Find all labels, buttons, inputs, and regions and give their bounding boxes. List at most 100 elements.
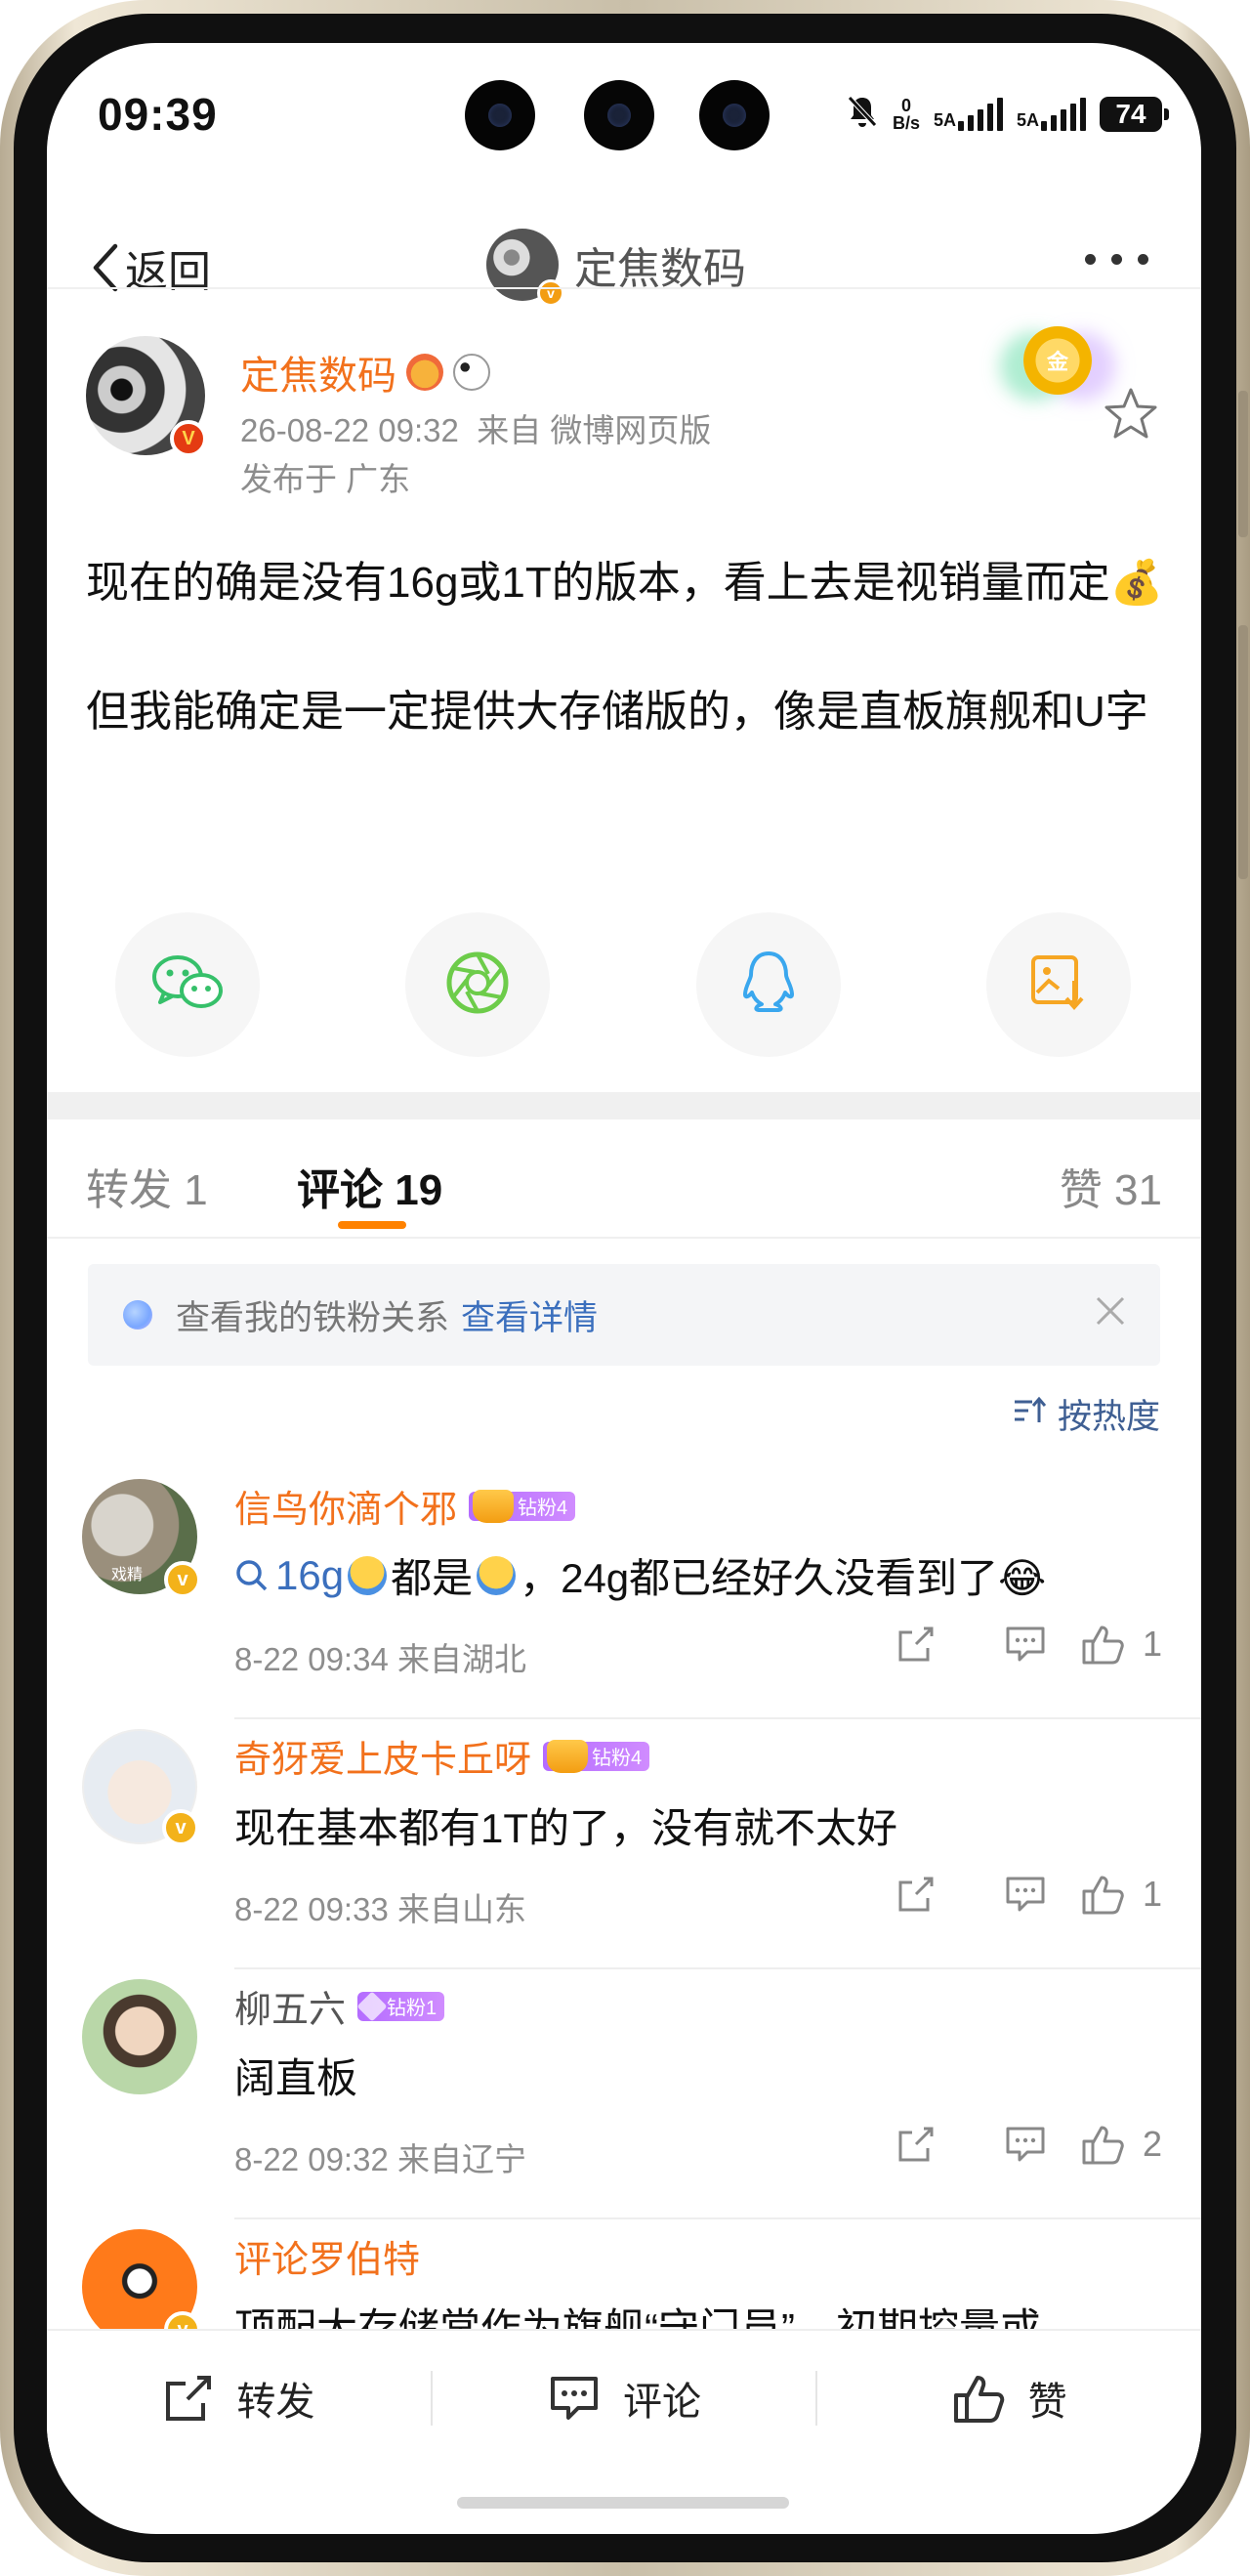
reply-button[interactable]	[971, 2123, 1080, 2166]
commenter-name-row[interactable]: 奇犽爱上皮卡丘呀 钻粉4	[234, 1729, 650, 1783]
comment-meta: 8-22 09:34 来自湖北	[234, 1641, 526, 1677]
comment-icon	[1006, 1626, 1045, 1662]
search-topic-link[interactable]: 16g	[234, 1552, 344, 1599]
comment-text: 16g 都是 ，24g都已经好久没看到了😂	[234, 1545, 1046, 1605]
commenter-avatar[interactable]: v	[82, 1729, 199, 1846]
commenter-name: 信鸟你滴个邪	[234, 1490, 458, 1531]
comment-item: v 奇犽爱上皮卡丘呀 钻粉4 现在基本都有1T的了，没有就不太好 8-22 09…	[47, 1719, 1201, 1969]
save-image-icon	[1027, 951, 1090, 1019]
more-icon[interactable]	[1085, 254, 1148, 265]
flower-emoji-icon	[406, 354, 443, 391]
comment-icon	[1006, 2127, 1045, 2162]
status-icons: 0 B/s 5A 5A 74	[846, 94, 1169, 135]
verified-icon: v	[164, 2311, 201, 2329]
sort-icon	[1013, 1395, 1047, 1434]
repost-button[interactable]: 转发	[47, 2370, 431, 2427]
back-button[interactable]: 返回	[90, 236, 211, 299]
repost-label: 转发	[236, 2381, 315, 2424]
like-button[interactable]: 2	[1080, 2122, 1162, 2167]
author-name-row[interactable]: 定焦数码	[240, 344, 490, 401]
comment-text: 阔直板	[234, 2055, 358, 2101]
commenter-name: 奇犽爱上皮卡丘呀	[234, 1740, 532, 1781]
close-icon[interactable]	[1094, 1294, 1127, 1336]
post-source: 来自 微博网页版	[477, 412, 712, 448]
post-header: V 定焦数码 26-08-22 09:32 来自 微博网页版 发布于 广东 金	[86, 326, 1160, 512]
commenter-name-row[interactable]: 柳五六 钻粉1	[234, 1979, 445, 2033]
comment-meta: 8-22 09:32 来自辽宁	[234, 2141, 526, 2177]
share-icon	[898, 1626, 934, 1662]
comment-button[interactable]: 评论	[433, 2370, 816, 2427]
sort-button[interactable]: 按热度	[1013, 1389, 1160, 1439]
comment-actions: 1	[861, 1872, 1162, 1917]
fan-relation-bar: 查看我的铁粉关系 查看详情	[88, 1264, 1160, 1366]
tab-repost[interactable]: 转发 1	[86, 1155, 208, 1217]
search-icon	[236, 1559, 268, 1590]
comment-icon	[551, 2377, 598, 2420]
wechat-share-button[interactable]	[115, 912, 260, 1057]
crown-icon	[547, 1739, 589, 1773]
commenter-name-row[interactable]: 信鸟你滴个邪 钻粉4	[234, 1479, 576, 1533]
commenter-avatar[interactable]: 戏精 v	[82, 1479, 201, 1598]
verified-icon: V	[170, 420, 207, 457]
post-paragraph: 现在的确是没有16g或1T的版本，看上去是视销量而定💰	[86, 559, 1164, 607]
commenter-avatar[interactable]: v	[82, 2229, 201, 2329]
like-button[interactable]: 赞	[817, 2370, 1201, 2427]
back-label: 返回	[125, 248, 211, 296]
signal-1: 5A	[934, 98, 1003, 131]
sort-label: 按热度	[1057, 1398, 1160, 1436]
comment-item: 柳五六 钻粉1 阔直板 8-22 09:32 来自辽宁 2	[47, 1969, 1201, 2219]
comment-text: 顶配大存储常作为旗舰“守门员”，初期控量或	[234, 2305, 1041, 2329]
tab-comments[interactable]: 评论 19	[297, 1155, 442, 1217]
like-button[interactable]: 1	[1080, 1872, 1162, 1917]
nav-bar: 返回 v 定焦数码	[47, 209, 1201, 326]
share-icon	[166, 2376, 212, 2421]
comment-actions: 2	[861, 2122, 1162, 2167]
thumbs-up-icon	[953, 2376, 1004, 2423]
reply-button[interactable]	[971, 1873, 1080, 1916]
account-avatar: v	[486, 229, 564, 307]
net-speed: 0 B/s	[892, 96, 920, 133]
power-button	[1238, 625, 1248, 879]
fan-bar-text: 查看我的铁粉关系	[176, 1298, 450, 1337]
status-bar: 09:39 0 B/s 5A 5A 74	[47, 43, 1201, 190]
gold-medal-icon[interactable]: 金	[1023, 326, 1092, 395]
signal-2: 5A	[1017, 98, 1086, 131]
mute-icon	[846, 94, 879, 135]
commenter-avatar[interactable]	[82, 1979, 197, 2094]
commenter-name[interactable]: 评论罗伯特	[234, 2229, 420, 2283]
favorite-star-icon[interactable]	[1102, 385, 1160, 448]
author-name: 定焦数码	[240, 355, 396, 398]
bottom-action-bar: 转发 评论 赞	[47, 2329, 1201, 2466]
fan-level-badge: 钻粉4	[469, 1489, 576, 1523]
post-meta: 26-08-22 09:32 来自 微博网页版 发布于 广东	[240, 406, 711, 504]
thumbs-up-icon	[1082, 1626, 1124, 1665]
repost-comment-button[interactable]	[861, 1873, 971, 1916]
verified-icon: v	[164, 1561, 201, 1598]
home-indicator[interactable]	[457, 2497, 789, 2509]
like-button[interactable]: 1	[1080, 1622, 1162, 1667]
save-image-button[interactable]	[985, 912, 1131, 1057]
moments-share-button[interactable]	[405, 912, 551, 1057]
repost-comment-button[interactable]	[861, 2123, 971, 2166]
divider	[47, 1237, 1201, 1239]
share-row	[115, 912, 1131, 1057]
reply-button[interactable]	[971, 1623, 1080, 1666]
diamond-icon	[356, 1990, 388, 2022]
comment-item: 戏精 v 信鸟你滴个邪 钻粉4 16g 都是 ，24g都已经好久没看到了😂 8-…	[47, 1469, 1201, 1719]
verified-icon: v	[537, 279, 564, 307]
author-avatar[interactable]: V	[86, 336, 207, 457]
nav-title[interactable]: v 定焦数码	[486, 229, 746, 307]
qq-share-button[interactable]	[695, 912, 841, 1057]
repost-comment-button[interactable]	[861, 1623, 971, 1666]
qq-icon	[739, 948, 798, 1023]
fan-level-badge: 钻粉4	[543, 1739, 650, 1773]
share-icon	[898, 2127, 934, 2162]
fan-bar-link[interactable]: 查看详情	[461, 1290, 598, 1340]
tab-active-indicator	[338, 1221, 406, 1229]
battery-icon: 74	[1100, 97, 1169, 132]
comment-text: 现在基本都有1T的了，没有就不太好	[234, 1805, 898, 1851]
volume-button	[1238, 391, 1248, 537]
tab-likes[interactable]: 赞 31	[1060, 1155, 1162, 1217]
comment-label: 评论	[623, 2381, 701, 2424]
status-time: 09:39	[98, 89, 218, 140]
